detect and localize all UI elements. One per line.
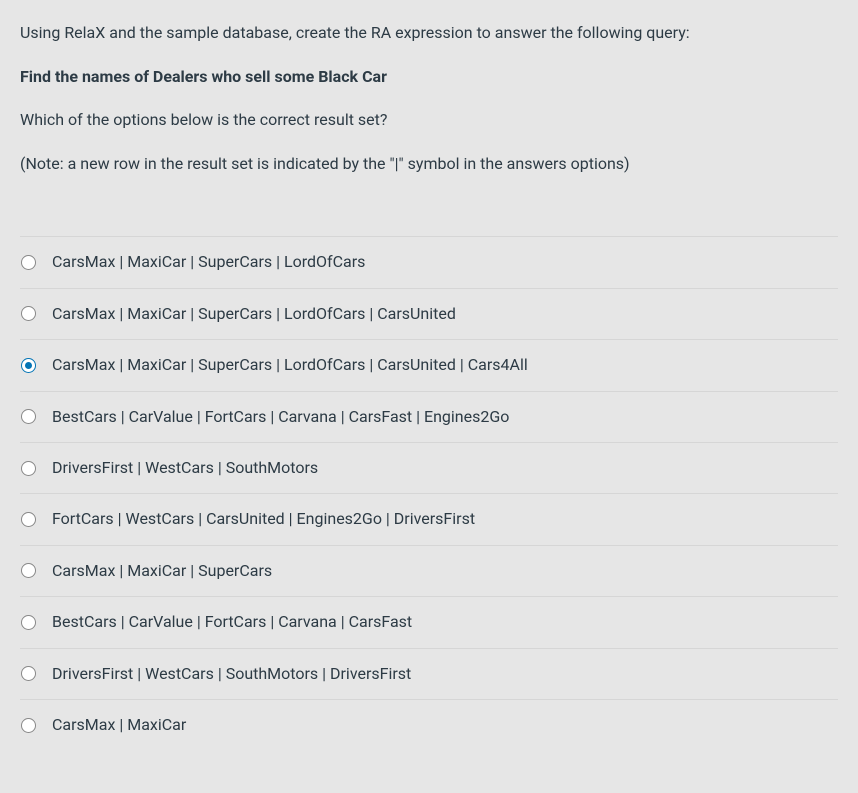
radio-button[interactable] xyxy=(20,563,36,579)
radio-button[interactable] xyxy=(20,666,36,682)
option-row[interactable]: CarsMax | MaxiCar | SuperCars | LordOfCa… xyxy=(20,339,838,390)
option-row[interactable]: BestCars | CarValue | FortCars | Carvana… xyxy=(20,596,838,647)
option-row[interactable]: CarsMax | MaxiCar | SuperCars xyxy=(20,545,838,596)
radio-button[interactable] xyxy=(20,306,36,322)
option-label[interactable]: BestCars | CarValue | FortCars | Carvana… xyxy=(52,611,412,633)
radio-button[interactable] xyxy=(20,512,36,528)
option-label[interactable]: BestCars | CarValue | FortCars | Carvana… xyxy=(52,406,509,428)
radio-button[interactable] xyxy=(20,255,36,271)
option-label[interactable]: CarsMax | MaxiCar | SuperCars | LordOfCa… xyxy=(52,303,456,325)
option-row[interactable]: DriversFirst | WestCars | SouthMotors xyxy=(20,442,838,493)
option-label[interactable]: CarsMax | MaxiCar | SuperCars | LordOfCa… xyxy=(52,354,528,376)
option-row[interactable]: CarsMax | MaxiCar | SuperCars | LordOfCa… xyxy=(20,236,838,287)
option-row[interactable]: DriversFirst | WestCars | SouthMotors | … xyxy=(20,648,838,699)
option-label[interactable]: CarsMax | MaxiCar xyxy=(52,714,186,736)
question-prompt: Find the names of Dealers who sell some … xyxy=(20,64,838,90)
radio-button[interactable] xyxy=(20,409,36,425)
radio-button[interactable] xyxy=(20,460,36,476)
option-row[interactable]: CarsMax | MaxiCar | SuperCars | LordOfCa… xyxy=(20,288,838,339)
option-row[interactable]: CarsMax | MaxiCar xyxy=(20,699,838,750)
option-label[interactable]: CarsMax | MaxiCar | SuperCars | LordOfCa… xyxy=(52,251,365,273)
option-label[interactable]: DriversFirst | WestCars | SouthMotors xyxy=(52,457,318,479)
option-row[interactable]: BestCars | CarValue | FortCars | Carvana… xyxy=(20,391,838,442)
question-note: (Note: a new row in the result set is in… xyxy=(20,151,838,177)
question-container: Using RelaX and the sample database, cre… xyxy=(0,0,858,770)
radio-button[interactable] xyxy=(20,717,36,733)
option-label[interactable]: FortCars | WestCars | CarsUnited | Engin… xyxy=(52,508,475,530)
option-label[interactable]: DriversFirst | WestCars | SouthMotors | … xyxy=(52,663,411,685)
question-followup: Which of the options below is the correc… xyxy=(20,107,838,133)
question-intro: Using RelaX and the sample database, cre… xyxy=(20,20,838,46)
radio-button[interactable] xyxy=(20,614,36,630)
option-row[interactable]: FortCars | WestCars | CarsUnited | Engin… xyxy=(20,493,838,544)
radio-button[interactable] xyxy=(20,357,36,373)
option-label[interactable]: CarsMax | MaxiCar | SuperCars xyxy=(52,560,272,582)
options-list: CarsMax | MaxiCar | SuperCars | LordOfCa… xyxy=(20,236,838,750)
